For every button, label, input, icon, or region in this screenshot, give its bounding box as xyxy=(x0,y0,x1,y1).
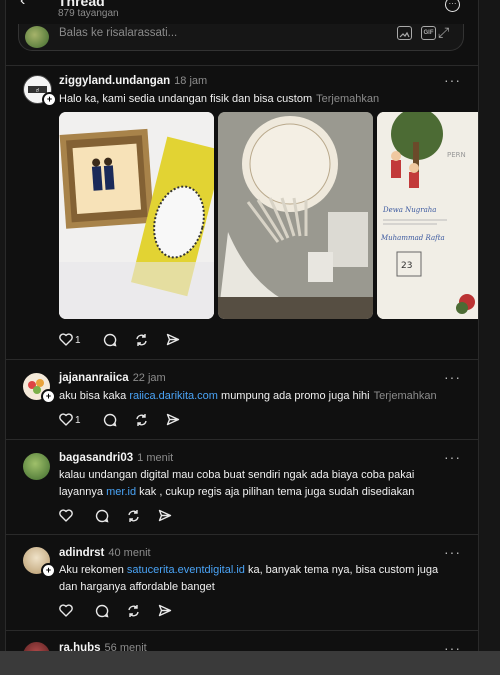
post-text-body: kak , cukup regis aja pilihan tema juga … xyxy=(139,485,415,498)
post-text-body: Aku rekomen xyxy=(59,564,124,576)
post-time: 56 menit xyxy=(104,642,147,651)
invitation-name: Muhammad Rafta xyxy=(380,234,445,242)
translate-link[interactable]: Terjemahkan xyxy=(374,390,437,402)
username-text: bagasandri03 xyxy=(59,452,134,464)
repost-icon[interactable] xyxy=(134,333,149,347)
repost-icon[interactable] xyxy=(134,413,149,427)
share-icon[interactable] xyxy=(158,509,172,522)
share-icon[interactable] xyxy=(166,333,180,346)
share-icon[interactable] xyxy=(158,604,172,617)
avatar[interactable]: + xyxy=(23,547,56,578)
post-time: 22 jam xyxy=(132,372,166,384)
translate-link[interactable]: Terjemahkan xyxy=(316,93,379,105)
avatar[interactable]: + xyxy=(23,373,56,404)
username-text: jajananraiica xyxy=(59,372,129,384)
repost-icon[interactable] xyxy=(126,509,141,523)
username[interactable]: jajananraiica 22 jam xyxy=(59,372,166,384)
post-link[interactable]: satucerita.eventdigital.id xyxy=(127,564,245,576)
heart-icon[interactable] xyxy=(59,413,73,426)
post-time: 1 menit xyxy=(137,452,174,464)
post-photo[interactable]: PERN Dewa Nugraha Muhammad Rafta 23 xyxy=(377,112,478,319)
post-photo[interactable] xyxy=(218,112,373,319)
follow-plus-icon[interactable]: + xyxy=(41,389,56,404)
reply-input[interactable]: Balas ke risalarassati... xyxy=(59,27,177,39)
post-photo[interactable] xyxy=(59,112,214,319)
heart-icon[interactable] xyxy=(59,509,73,522)
username[interactable]: adindrst 40 menit xyxy=(59,547,151,559)
heart-icon[interactable] xyxy=(59,604,73,617)
bottom-bar xyxy=(0,651,500,675)
post-text-body: Halo ka, kami sedia undangan fisik dan b… xyxy=(59,93,313,105)
like-count: 1 xyxy=(75,415,81,426)
post-text: aku bisa kaka raiica.darikita.com mumpun… xyxy=(59,388,459,405)
repost-icon[interactable] xyxy=(126,604,141,618)
svg-text:zl: zl xyxy=(36,88,39,93)
svg-text:PERN: PERN xyxy=(447,151,466,159)
share-icon[interactable] xyxy=(166,413,180,426)
expand-icon[interactable]: ⤢ xyxy=(438,24,449,41)
avatar[interactable] xyxy=(23,642,50,651)
thread-panel: ‹ Thread 879 tayangan ··· Balas ke risal… xyxy=(5,0,479,651)
divider xyxy=(6,65,478,66)
post-more-icon[interactable]: ··· xyxy=(444,72,461,88)
post-link[interactable]: raiica.darikita.com xyxy=(129,390,218,402)
post-text: Halo ka, kami sedia undangan fisik dan b… xyxy=(59,91,459,108)
post-text: kalau undangan digital mau coba buat sen… xyxy=(59,467,429,500)
username[interactable]: ziggyland.undangan 18 jam xyxy=(59,75,207,87)
reply-composer[interactable]: Balas ke risalarassati... GIF ⤢ xyxy=(18,24,464,51)
avatar[interactable]: zl + xyxy=(23,75,57,107)
post-text: Aku rekomen satucerita.eventdigital.id k… xyxy=(59,562,459,595)
divider xyxy=(6,630,478,631)
comment-icon[interactable] xyxy=(95,604,109,618)
username[interactable]: ra.hubs 56 menit xyxy=(59,642,147,651)
invitation-date: 23 xyxy=(401,261,412,271)
post-time: 40 menit xyxy=(108,547,151,559)
follow-plus-icon[interactable]: + xyxy=(42,92,57,107)
comment-icon[interactable] xyxy=(103,413,117,427)
post-link[interactable]: mer.id xyxy=(106,486,136,498)
username-text: ziggyland.undangan xyxy=(59,75,171,87)
divider xyxy=(6,439,478,440)
comment-icon[interactable] xyxy=(95,509,109,523)
post-text-body: mumpung ada promo juga hihi xyxy=(221,390,370,402)
more-options-dots: ··· xyxy=(448,0,457,8)
more-options-icon[interactable]: ··· xyxy=(445,0,460,12)
post-more-icon[interactable]: ··· xyxy=(444,369,461,385)
avatar[interactable] xyxy=(23,453,50,480)
image-attach-icon[interactable] xyxy=(397,26,412,40)
post-more-icon[interactable]: ··· xyxy=(444,544,461,560)
thread-header: ‹ Thread 879 tayangan ··· xyxy=(6,0,478,24)
post-time: 18 jam xyxy=(174,75,208,87)
avatar xyxy=(25,26,49,48)
username-text: ra.hubs xyxy=(59,642,101,651)
comment-icon[interactable] xyxy=(103,333,117,347)
post-more-icon[interactable]: ··· xyxy=(444,449,461,465)
invitation-name: Dewa Nugraha xyxy=(382,206,436,214)
follow-plus-icon[interactable]: + xyxy=(41,563,56,578)
divider xyxy=(6,534,478,535)
heart-icon[interactable] xyxy=(59,333,73,346)
post-more-icon[interactable]: ··· xyxy=(444,640,461,651)
post-text-body: aku bisa kaka xyxy=(59,390,127,402)
username-text: adindrst xyxy=(59,547,105,559)
like-count: 1 xyxy=(75,335,81,346)
view-count: 879 tayangan xyxy=(58,8,119,19)
divider xyxy=(6,359,478,360)
gif-icon[interactable]: GIF xyxy=(421,26,436,40)
username[interactable]: bagasandri03 1 menit xyxy=(59,452,173,464)
back-arrow-icon[interactable]: ‹ xyxy=(20,0,25,10)
